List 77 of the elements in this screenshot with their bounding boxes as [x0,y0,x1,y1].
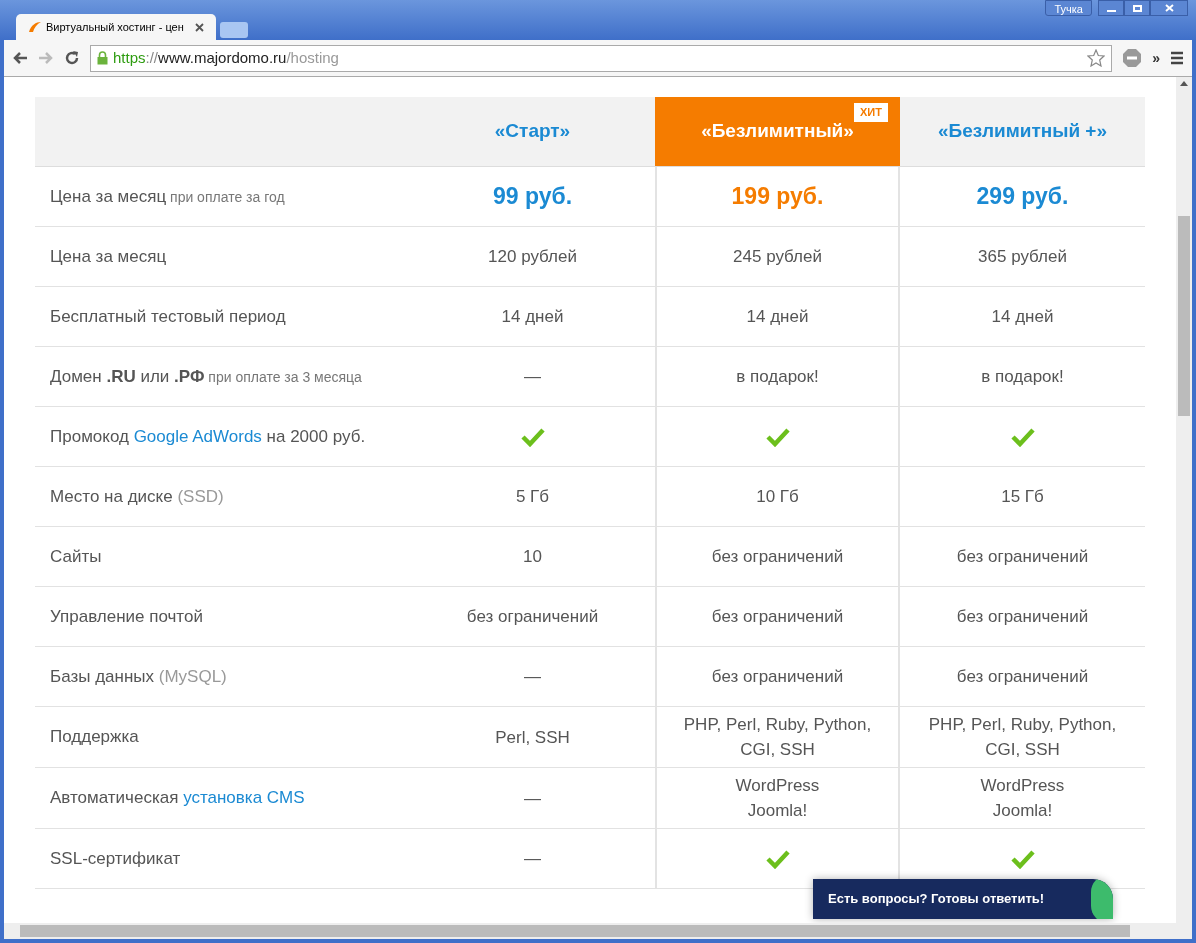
row-label: Поддержка [50,726,139,749]
plan-name[interactable]: «Старт» [494,117,571,146]
back-icon[interactable] [12,51,28,65]
cell-text: без ограничений [955,546,1090,568]
vertical-scrollbar[interactable] [1176,77,1192,923]
row-label: Автоматическая установка CMS [50,787,305,810]
cell-text: 14 дней [500,306,565,328]
scroll-up-icon[interactable] [1180,81,1188,86]
cell-text: WordPress Joomla! [980,775,1065,822]
row-label: Домен .RU или .РФ при оплате за 3 месяца [50,365,362,388]
row-label: Промокод Google AdWords на 2000 руб. [50,425,366,448]
close-window-button[interactable] [1150,0,1188,16]
chat-widget-text: Есть вопросы? Готовы ответить! [828,890,1045,909]
cell-text: в подарок! [980,366,1065,388]
cell-text: 5 Гб [514,486,551,508]
link[interactable]: Google AdWords [133,426,262,446]
address-bar[interactable]: https://www.majordomo.ru/hosting [90,44,1113,72]
cell-text: Perl, SSH [494,726,571,749]
cell-text: без ограничений [465,606,600,628]
price: 299 руб. [976,182,1069,212]
cell-text: WordPress Joomla! [735,775,820,822]
cell-text: PHP, Perl, Ruby, Python, CGI, SSH [682,714,873,761]
cell-text: 10 Гб [755,486,800,508]
horizontal-scrollbar[interactable] [4,923,1192,939]
reload-icon[interactable] [64,50,80,66]
maximize-button[interactable] [1124,0,1150,16]
cell-text: 14 дней [745,306,810,328]
tab-title: Виртуальный хостинг - цен [46,19,184,35]
cell-text: — [523,366,542,388]
check-icon [520,426,545,447]
cell-text: без ограничений [710,606,845,628]
extensions-overflow[interactable]: » [1152,47,1160,69]
row-label: Цена за месяц [50,245,167,268]
cell-text: — [523,787,542,810]
cell-text: 14 дней [990,306,1055,328]
close-icon[interactable] [195,22,204,32]
plan-name[interactable]: «Безлимитный +» [937,117,1108,146]
cell-text: — [523,666,542,688]
logo-icon [28,21,42,33]
cell-text: — [523,848,542,870]
cell-text: 245 рублей [732,246,823,268]
row-label: SSL-сертификат [50,847,181,870]
cell-text: без ограничений [955,666,1090,688]
star-icon[interactable] [1087,49,1106,67]
browser-tab[interactable]: Виртуальный хостинг - цен [16,14,216,40]
cell-text: 365 рублей [977,246,1068,268]
cell-text: без ограничений [710,666,845,688]
cell-text: 15 Гб [1000,486,1045,508]
cell-text: без ограничений [955,606,1090,628]
url-text: https://www.majordomo.ru/hosting [113,47,339,68]
profile-button[interactable]: Тучка [1045,0,1092,16]
scrollbar-thumb[interactable] [20,925,1130,937]
row-label: Цена за месяц при оплате за год [50,185,285,208]
row-label: Управление почтой [50,605,203,628]
hit-badge: ХИТ [854,103,888,122]
check-icon [1010,426,1035,447]
menu-icon[interactable] [1170,51,1184,65]
row-label: Место на диске (SSD) [50,485,224,508]
cell-text: в подарок! [735,366,820,388]
row-label: Сайты [50,545,102,568]
plan-name[interactable]: «Безлимитный» [701,117,854,146]
cell-text: PHP, Perl, Ruby, Python, CGI, SSH [927,714,1118,761]
row-label: Бесплатный тестовый период [50,305,286,328]
check-icon [1010,848,1035,869]
price: 99 руб. [492,182,573,212]
cell-text: без ограничений [710,546,845,568]
link[interactable]: установка CMS [183,788,305,808]
row-label: Базы данных (MySQL) [50,665,227,688]
check-icon [765,848,790,869]
price: 199 руб. [731,182,824,212]
cell-text: 10 [522,546,543,568]
scrollbar-thumb[interactable] [1178,216,1190,416]
cell-text: 120 рублей [487,246,578,268]
check-icon [765,426,790,447]
minimize-button[interactable] [1098,0,1124,16]
chat-widget[interactable]: Есть вопросы? Готовы ответить! [813,879,1113,919]
lock-icon [97,51,108,65]
